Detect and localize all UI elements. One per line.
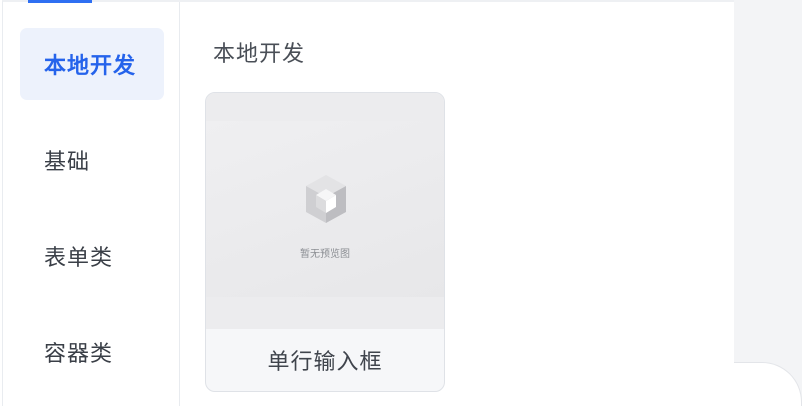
sidebar-item-label: 本地开发 bbox=[44, 54, 137, 79]
section-title: 本地开发 bbox=[213, 42, 306, 67]
card-preview: 暂无预览图 bbox=[206, 93, 444, 329]
empty-preview-text: 暂无预览图 bbox=[300, 249, 350, 260]
sidebar-item-basic[interactable]: 基础 bbox=[20, 124, 164, 196]
component-card-single-line-input[interactable]: 暂无预览图 单行输入框 bbox=[205, 92, 445, 392]
sidebar-item-local-dev[interactable]: 本地开发 bbox=[20, 28, 164, 100]
sidebar-item-label: 容器类 bbox=[44, 342, 114, 367]
sidebar-item-label: 基础 bbox=[44, 150, 91, 175]
category-sidebar: 本地开发 基础 表单类 容器类 bbox=[2, 2, 180, 406]
card-title: 单行输入框 bbox=[267, 350, 383, 375]
sidebar-item-label: 表单类 bbox=[44, 246, 114, 271]
right-side-area bbox=[734, 0, 802, 406]
empty-box-icon bbox=[306, 175, 346, 223]
component-panel-root: 本地开发 基础 表单类 容器类 本地开发 暂无预览图 单行输入框 bbox=[0, 0, 802, 406]
sidebar-item-container[interactable]: 容器类 bbox=[20, 316, 164, 388]
sidebar-item-form[interactable]: 表单类 bbox=[20, 220, 164, 292]
